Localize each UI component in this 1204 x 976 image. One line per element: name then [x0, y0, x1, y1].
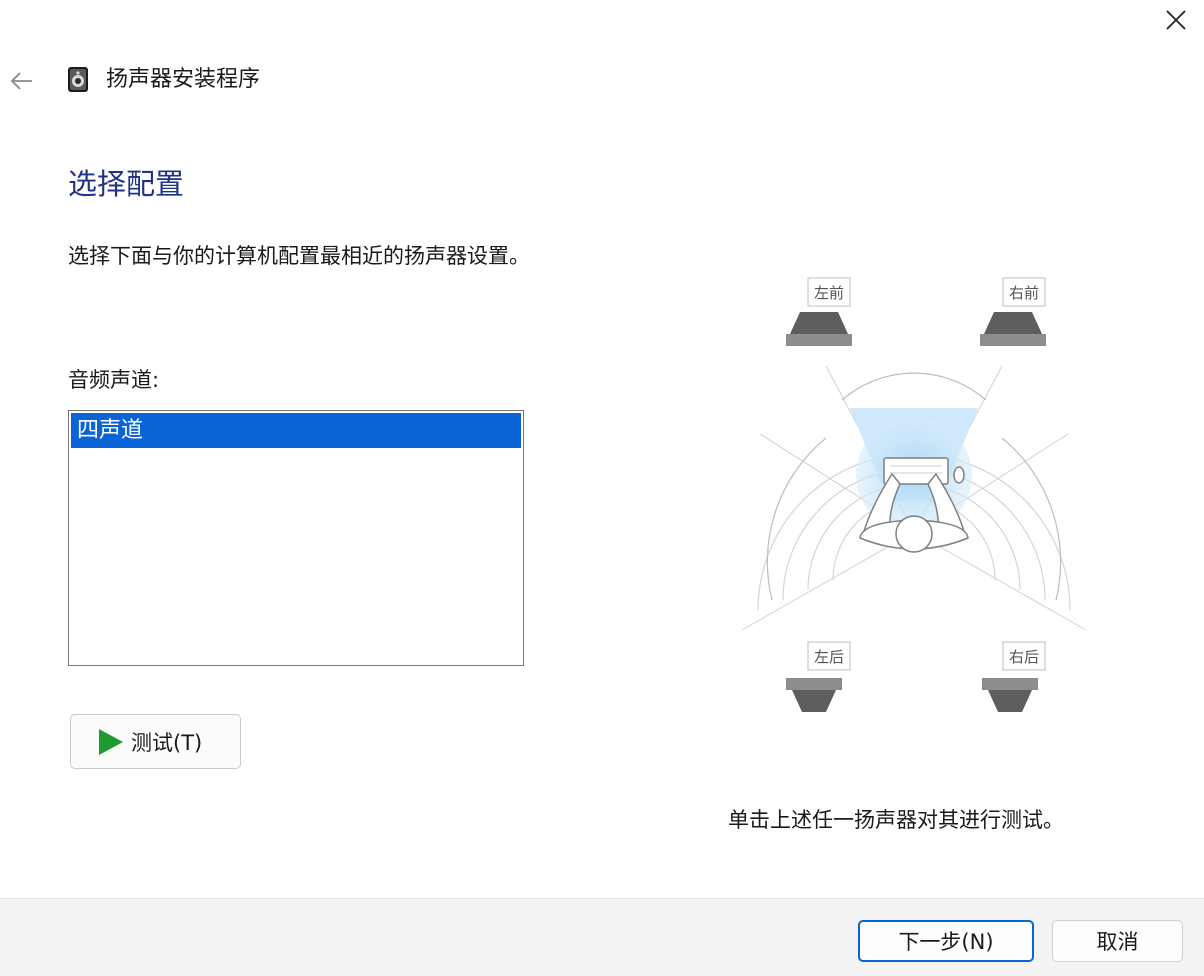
back-arrow-icon — [10, 72, 32, 90]
front-left-speaker[interactable]: 左前 — [786, 277, 852, 346]
rear-left-speaker[interactable]: 左后 — [786, 641, 851, 712]
front-right-label: 右前 — [1009, 284, 1039, 302]
close-icon — [1166, 10, 1186, 30]
play-icon — [99, 728, 123, 755]
list-item[interactable]: 四声道 — [71, 413, 521, 448]
test-button-label: 测试(T) — [131, 730, 203, 755]
audio-channels-listbox[interactable]: 四声道 — [68, 410, 524, 666]
rear-left-label: 左后 — [814, 648, 844, 666]
speaker-app-icon — [68, 67, 88, 92]
page-heading: 选择配置 — [68, 167, 185, 201]
rear-right-speaker[interactable]: 右后 — [982, 641, 1046, 712]
front-right-speaker[interactable]: 右前 — [980, 277, 1046, 346]
test-button[interactable]: 测试(T) — [70, 714, 241, 769]
window-title: 扬声器安装程序 — [106, 67, 261, 92]
speaker-test-hint: 单击上述任一扬声器对其进行测试。 — [728, 808, 1064, 832]
cancel-button[interactable]: 取消 — [1052, 920, 1183, 962]
close-button[interactable] — [1158, 4, 1194, 36]
front-left-label: 左前 — [814, 284, 844, 302]
speaker-layout-diagram: 左前 右前 左后 右后 — [741, 277, 1087, 712]
next-button[interactable]: 下一步(N) — [858, 920, 1034, 962]
rear-right-label: 右后 — [1009, 648, 1039, 666]
audio-channels-label: 音频声道: — [68, 368, 160, 392]
instruction-text: 选择下面与你的计算机配置最相近的扬声器设置。 — [68, 244, 530, 268]
back-button[interactable] — [6, 66, 36, 96]
